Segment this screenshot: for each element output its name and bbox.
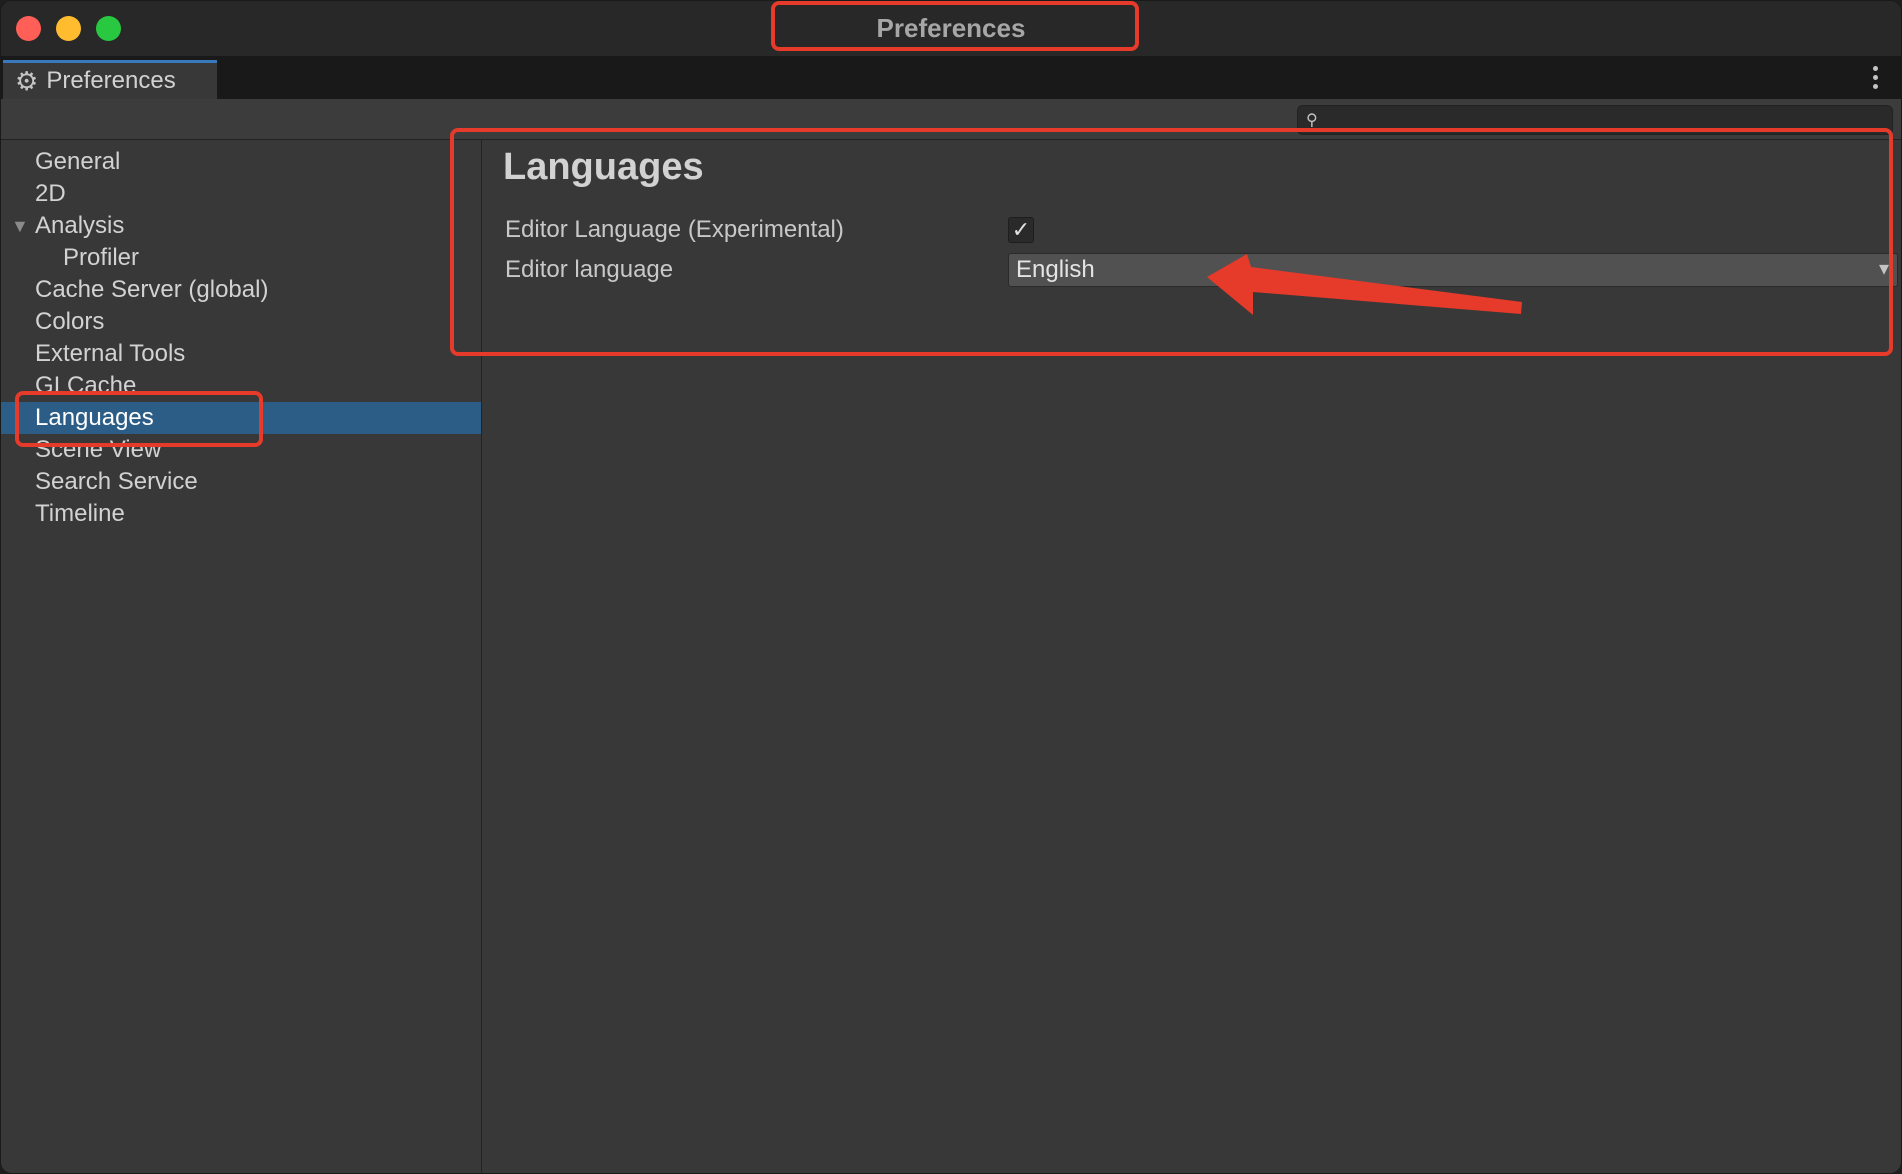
sidebar-item-label: 2D [35, 180, 66, 207]
sidebar-item-label: Timeline [35, 500, 125, 527]
sidebar-item-profiler[interactable]: Profiler [1, 242, 481, 274]
sidebar-item-timeline[interactable]: Timeline [1, 498, 481, 530]
search-icon: ⚲ [1306, 112, 1318, 129]
preferences-window: Preferences ⚙ Preferences ⚲ General 2D ▼… [0, 0, 1902, 1174]
sidebar-item-general[interactable]: General [1, 146, 481, 178]
sidebar-item-gi-cache[interactable]: GI Cache [1, 370, 481, 402]
sidebar-item-colors[interactable]: Colors [1, 306, 481, 338]
dropdown-value: English [1016, 256, 1095, 283]
sidebar-item-label: Search Service [35, 468, 198, 495]
preferences-content: Languages Editor Language (Experimental)… [482, 140, 1901, 1173]
foldout-expanded-icon[interactable]: ▼ [11, 210, 29, 242]
tab-preferences[interactable]: ⚙ Preferences [3, 60, 217, 99]
preferences-sidebar: General 2D ▼ Analysis Profiler Cache Ser… [1, 140, 482, 1173]
sidebar-item-external-tools[interactable]: External Tools [1, 338, 481, 370]
sidebar-item-label: Languages [35, 404, 154, 431]
sidebar-item-label: External Tools [35, 340, 186, 367]
tab-strip: ⚙ Preferences [1, 56, 1901, 99]
search-input[interactable]: ⚲ [1297, 105, 1893, 135]
editor-language-label: Editor language [505, 256, 674, 283]
sidebar-item-label: Colors [35, 308, 105, 335]
editor-language-experimental-label: Editor Language (Experimental) [505, 216, 844, 243]
sidebar-item-search-service[interactable]: Search Service [1, 466, 481, 498]
sidebar-item-analysis[interactable]: ▼ Analysis [1, 210, 481, 242]
sidebar-item-scene-view[interactable]: Scene View [1, 434, 481, 466]
title-bar: Preferences [1, 1, 1901, 56]
sidebar-item-label: Cache Server (global) [35, 276, 269, 303]
editor-language-dropdown[interactable]: English ▾ [1008, 253, 1898, 287]
sidebar-item-label: GI Cache [35, 372, 137, 399]
sidebar-item-languages[interactable]: Languages [1, 402, 481, 434]
sidebar-item-label: General [35, 148, 121, 175]
sidebar-item-cache-server[interactable]: Cache Server (global) [1, 274, 481, 306]
more-options-icon[interactable] [1873, 66, 1879, 89]
sidebar-item-label: Scene View [35, 436, 162, 463]
sidebar-item-label: Analysis [35, 212, 125, 239]
checkmark-icon: ✓ [1011, 217, 1031, 242]
tab-label: Preferences [46, 67, 176, 94]
toolbar: ⚲ [1, 99, 1901, 140]
editor-language-experimental-checkbox[interactable]: ✓ [1008, 217, 1034, 243]
sidebar-item-2d[interactable]: 2D [1, 178, 481, 210]
window-title: Preferences [876, 13, 1026, 43]
page-title: Languages [503, 146, 704, 188]
chevron-down-icon: ▾ [1878, 258, 1889, 280]
sidebar-item-label: Profiler [63, 244, 140, 271]
gear-icon: ⚙ [15, 66, 39, 96]
